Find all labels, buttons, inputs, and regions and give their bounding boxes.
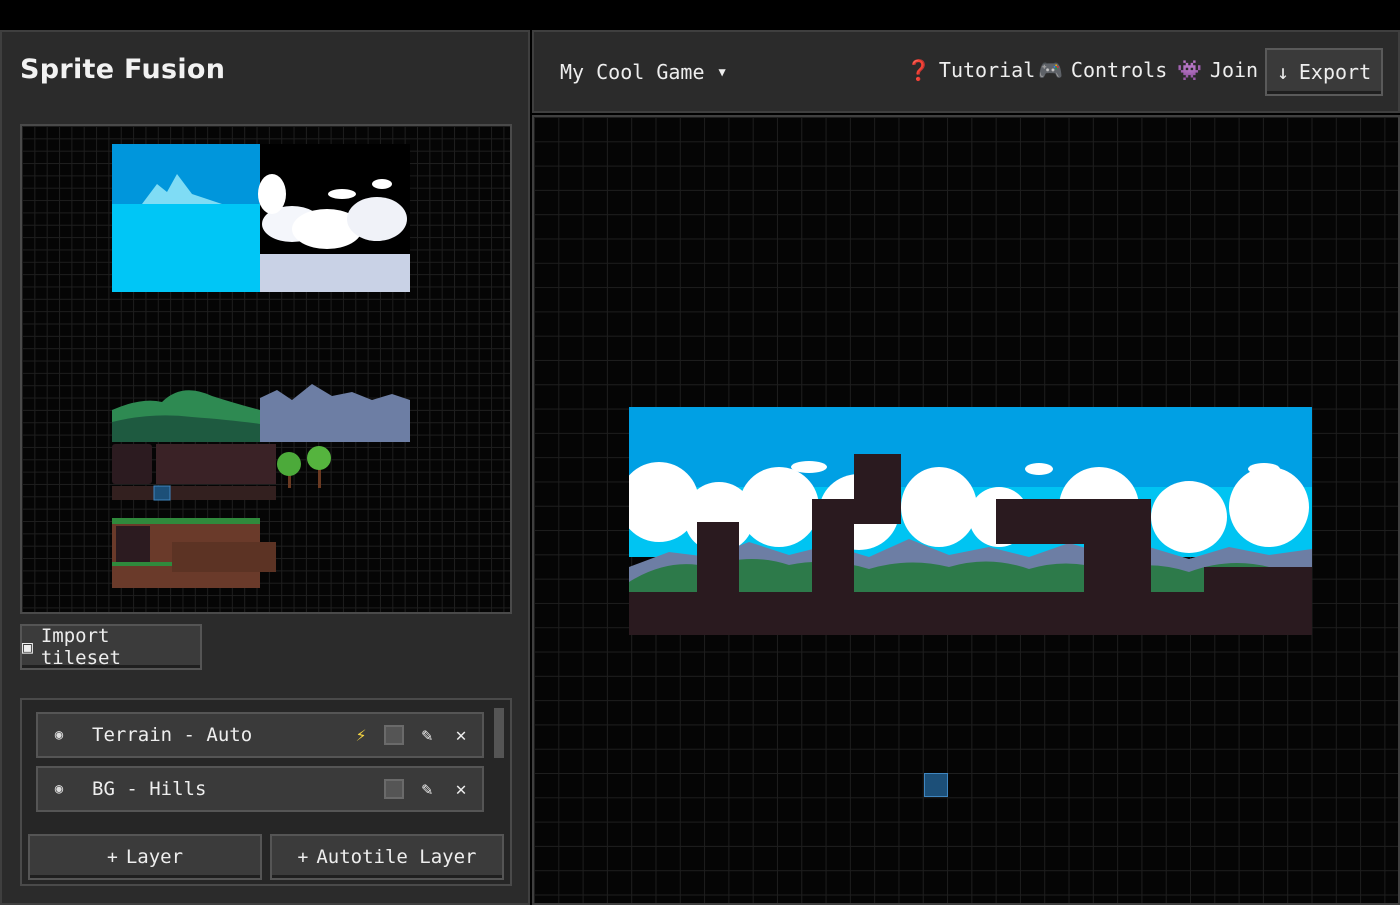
layer-name: BG - Hills xyxy=(92,778,207,800)
edit-pencil-icon[interactable]: ✎ xyxy=(416,725,438,746)
layer-checkbox[interactable] xyxy=(384,725,404,745)
add-layer-label: Layer xyxy=(125,846,184,868)
import-tileset-button[interactable]: ▣ Import tileset xyxy=(20,624,202,670)
map-canvas[interactable] xyxy=(532,115,1400,905)
delete-close-icon[interactable]: ✕ xyxy=(450,725,472,746)
plus-icon: + xyxy=(106,846,118,868)
nav-controls[interactable]: 🎮 Controls xyxy=(1038,58,1167,82)
discord-icon: 👾 xyxy=(1177,58,1202,82)
import-tileset-label: Import tileset xyxy=(40,625,121,669)
export-button[interactable]: ↓ Export xyxy=(1265,48,1383,96)
tileset-terrain[interactable] xyxy=(112,442,282,592)
nav-tutorial-label: Tutorial xyxy=(938,58,1036,82)
tile-cursor xyxy=(924,773,948,797)
top-toolbar: My Cool Game ▼ ❓ Tutorial 🎮 Controls 👾 J… xyxy=(532,30,1400,113)
layer-name: Terrain - Auto xyxy=(92,724,253,746)
download-arrow-icon: ↓ xyxy=(1276,60,1289,84)
add-autotile-layer-button[interactable]: + Autotile Layer xyxy=(270,834,504,880)
tileset-trees[interactable] xyxy=(274,444,336,490)
app-title: Sprite Fusion xyxy=(20,54,226,85)
visibility-icon[interactable]: ◉ xyxy=(48,781,70,797)
visibility-icon[interactable]: ◉ xyxy=(48,727,70,743)
gamepad-icon: 🎮 xyxy=(1038,58,1063,82)
layer-row-terrain[interactable]: ◉ Terrain - Auto ⚡ ✎ ✕ xyxy=(36,712,484,758)
help-icon: ❓ xyxy=(906,58,931,82)
add-layer-button[interactable]: + Layer xyxy=(28,834,262,880)
layers-panel: ◉ Terrain - Auto ⚡ ✎ ✕ ◉ BG - Hills ✎ ✕ … xyxy=(20,698,512,886)
tileset-sky-clouds[interactable] xyxy=(112,144,410,292)
layers-scrollbar[interactable] xyxy=(494,708,504,758)
edit-pencil-icon[interactable]: ✎ xyxy=(416,779,438,800)
layer-row-bg-hills[interactable]: ◉ BG - Hills ✎ ✕ xyxy=(36,766,484,812)
layer-checkbox[interactable] xyxy=(384,779,404,799)
nav-join[interactable]: 👾 Join xyxy=(1177,58,1258,82)
nav-tutorial[interactable]: ❓ Tutorial xyxy=(906,58,1035,82)
sidebar-panel: Sprite Fusion ▣ Import tileset ◉ Terrain… xyxy=(0,30,530,905)
tileset-hills[interactable] xyxy=(112,382,410,442)
project-selector[interactable]: My Cool Game ▼ xyxy=(560,60,726,84)
nav-controls-label: Controls xyxy=(1070,58,1168,82)
tileset-viewer[interactable] xyxy=(20,124,512,614)
nav-join-label: Join xyxy=(1209,58,1259,82)
plus-icon: + xyxy=(297,846,309,868)
chevron-down-icon: ▼ xyxy=(718,65,726,79)
export-label: Export xyxy=(1298,60,1372,84)
delete-close-icon[interactable]: ✕ xyxy=(450,779,472,800)
image-icon: ▣ xyxy=(22,636,33,658)
map-scene[interactable] xyxy=(629,407,1312,635)
project-name: My Cool Game xyxy=(560,60,705,84)
autotile-bolt-icon[interactable]: ⚡ xyxy=(350,725,372,746)
add-autotile-layer-label: Autotile Layer xyxy=(316,846,477,868)
